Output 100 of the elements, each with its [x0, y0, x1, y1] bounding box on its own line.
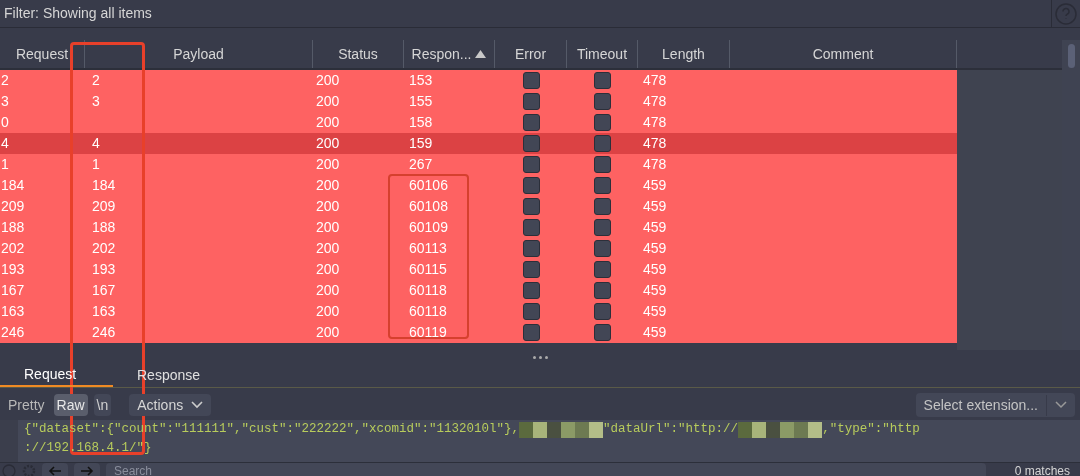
table-cell: 163 — [1, 303, 25, 319]
view-toggle[interactable]: Pretty — [5, 394, 48, 416]
table-row[interactable]: 0 200 158 478 — [0, 112, 957, 133]
view-toggle[interactable]: \n — [93, 394, 112, 416]
table-cell: 60119 — [409, 324, 447, 340]
table-cell: 459 — [643, 219, 667, 235]
table-cell: 1 — [92, 156, 100, 172]
table-cell: 158 — [409, 114, 433, 130]
table-cell: 459 — [643, 240, 667, 256]
match-count: 0 matches — [1013, 462, 1071, 476]
checkbox[interactable] — [594, 72, 611, 89]
table-cell: 246 — [92, 324, 116, 340]
checkbox[interactable] — [522, 135, 540, 152]
table-cell: 60108 — [409, 198, 448, 214]
search-field[interactable]: Search — [106, 462, 986, 476]
table-cell: 200 — [316, 72, 340, 88]
table-row[interactable]: 184 184 200 60106 459 — [0, 175, 957, 196]
checkbox[interactable] — [522, 198, 540, 215]
table-cell: 200 — [316, 93, 340, 109]
settings-icon[interactable] — [22, 463, 36, 476]
table-cell: 202 — [92, 240, 116, 256]
back-button[interactable] — [42, 462, 68, 476]
checkbox[interactable] — [594, 303, 611, 320]
table-row[interactable]: 167 167 200 60118 459 — [0, 280, 957, 301]
scrollbar[interactable] — [1062, 40, 1080, 350]
checkbox[interactable] — [594, 240, 611, 257]
table-row[interactable]: 246 246 200 60119 459 — [0, 322, 957, 343]
checkbox[interactable] — [522, 261, 540, 278]
table-cell: 184 — [92, 177, 116, 193]
checkbox[interactable] — [594, 324, 611, 341]
table-cell: 200 — [316, 156, 340, 172]
table-cell: 153 — [409, 72, 433, 88]
table-cell: 459 — [643, 282, 667, 298]
table-cell: 193 — [1, 261, 25, 277]
table-cell: 200 — [316, 324, 340, 340]
extension-dropdown[interactable]: Select extension... — [915, 393, 1075, 417]
checkbox[interactable] — [594, 156, 611, 173]
table-row[interactable]: 193 193 200 60115 459 — [0, 259, 957, 280]
table-cell: 209 — [92, 198, 116, 214]
checkbox[interactable] — [594, 135, 611, 152]
view-toggle[interactable]: Raw — [53, 394, 88, 416]
actions-dropdown[interactable]: Actions — [129, 394, 212, 416]
table-row[interactable]: 188 188 200 60109 459 — [0, 217, 957, 238]
table-cell: 459 — [643, 324, 667, 340]
checkbox[interactable] — [594, 177, 611, 194]
checkbox[interactable] — [522, 240, 540, 257]
table-cell: 3 — [1, 93, 9, 109]
table-cell: 167 — [92, 282, 116, 298]
checkbox[interactable] — [522, 303, 540, 320]
checkbox[interactable] — [522, 114, 540, 131]
table-cell: 459 — [643, 198, 667, 214]
table-cell: 202 — [1, 240, 25, 256]
checkbox[interactable] — [594, 282, 611, 299]
table-cell: 200 — [316, 303, 340, 319]
code-text: ,"type":"http — [822, 421, 920, 438]
checkbox[interactable] — [522, 177, 540, 194]
table-cell: 60115 — [409, 261, 447, 277]
checkbox[interactable] — [594, 261, 611, 278]
table-cell: 188 — [1, 219, 25, 235]
checkbox[interactable] — [594, 114, 611, 131]
filter-label[interactable]: Filter: Showing all items — [4, 3, 152, 24]
table-cell: 2 — [1, 72, 9, 88]
table-row[interactable]: 163 163 200 60118 459 — [0, 301, 957, 322]
checkbox[interactable] — [522, 219, 540, 236]
table-cell: 459 — [643, 303, 667, 319]
table-cell: 478 — [643, 72, 667, 88]
checkbox[interactable] — [594, 93, 611, 110]
table-row[interactable]: 209 209 200 60108 459 — [0, 196, 957, 217]
checkbox[interactable] — [522, 156, 540, 173]
table-row[interactable]: 3 3 200 155 478 — [0, 91, 957, 112]
table-cell: 267 — [409, 156, 433, 172]
table-cell: 4 — [1, 135, 9, 151]
column-header[interactable]: Respon... — [411, 43, 472, 65]
checkbox[interactable] — [522, 72, 540, 89]
table-cell: 478 — [643, 114, 667, 130]
table-cell: 200 — [316, 261, 340, 277]
table-cell: 246 — [1, 324, 25, 340]
table-cell: 459 — [643, 177, 667, 193]
table-cell: 200 — [316, 114, 340, 130]
checkbox[interactable] — [522, 282, 540, 299]
table-cell: 60118 — [409, 303, 447, 319]
table-row[interactable]: 2 2 200 153 478 — [0, 70, 957, 91]
table-cell: 4 — [92, 135, 100, 151]
table-cell: 60106 — [409, 177, 448, 193]
table-cell: 209 — [1, 198, 25, 214]
checkbox[interactable] — [522, 93, 540, 110]
table-row[interactable]: 1 1 200 267 478 — [0, 154, 957, 175]
table-row[interactable]: 4 4 200 159 478 — [0, 133, 957, 154]
table-cell: 200 — [316, 198, 340, 214]
checkbox[interactable] — [522, 324, 540, 341]
table-cell: 200 — [316, 282, 340, 298]
table-cell: 184 — [1, 177, 25, 193]
table-cell: 167 — [1, 282, 25, 298]
arrow-right-icon — [80, 465, 94, 476]
checkbox[interactable] — [594, 198, 611, 215]
splitter-handle[interactable] — [532, 355, 548, 359]
checkbox[interactable] — [594, 219, 611, 236]
table-row[interactable]: 202 202 200 60113 459 — [0, 238, 957, 259]
table-cell: 1 — [1, 156, 9, 172]
forward-button[interactable] — [74, 462, 100, 476]
